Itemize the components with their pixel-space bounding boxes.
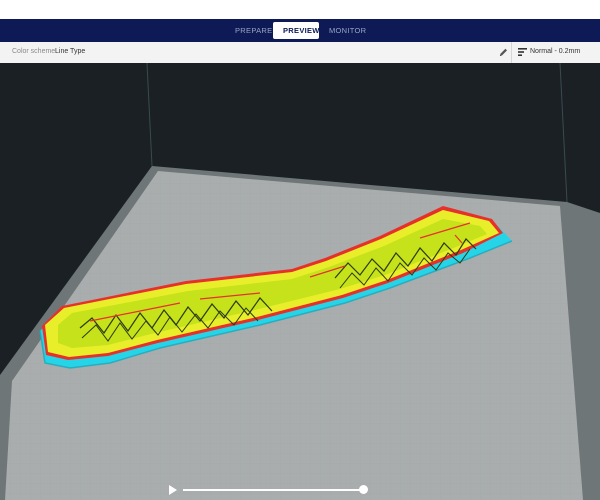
scene (0, 63, 600, 500)
pencil-icon[interactable] (498, 46, 508, 58)
header-divider (511, 42, 512, 63)
layer-playback-bar (168, 484, 368, 496)
layer-slider-track[interactable] (183, 489, 363, 491)
volume-edge-right (559, 63, 568, 203)
color-scheme-label: Color scheme (12, 48, 56, 55)
view-options-bar: Color scheme Line Type Normal - 0.2mm (0, 42, 600, 64)
play-icon[interactable] (168, 485, 178, 495)
title-area (0, 0, 600, 19)
app-window: PREPARE PREVIEW MONITOR Color scheme Lin… (0, 0, 600, 500)
stage-tabs: PREPARE PREVIEW MONITOR (225, 22, 369, 39)
stage-menu-bar: PREPARE PREVIEW MONITOR (0, 19, 600, 42)
layer-slider-fill (183, 489, 363, 491)
print-profile-selector[interactable]: Normal - 0.2mm (530, 48, 580, 55)
3d-viewport[interactable] (0, 63, 600, 500)
tab-monitor[interactable]: MONITOR (319, 22, 369, 39)
color-scheme-dropdown[interactable]: Line Type (55, 48, 85, 55)
profile-sliders-icon (518, 48, 527, 56)
tab-preview[interactable]: PREVIEW (273, 22, 319, 39)
layer-slider-handle[interactable] (358, 485, 368, 494)
tab-prepare[interactable]: PREPARE (225, 22, 273, 39)
volume-edge-left (146, 63, 153, 167)
